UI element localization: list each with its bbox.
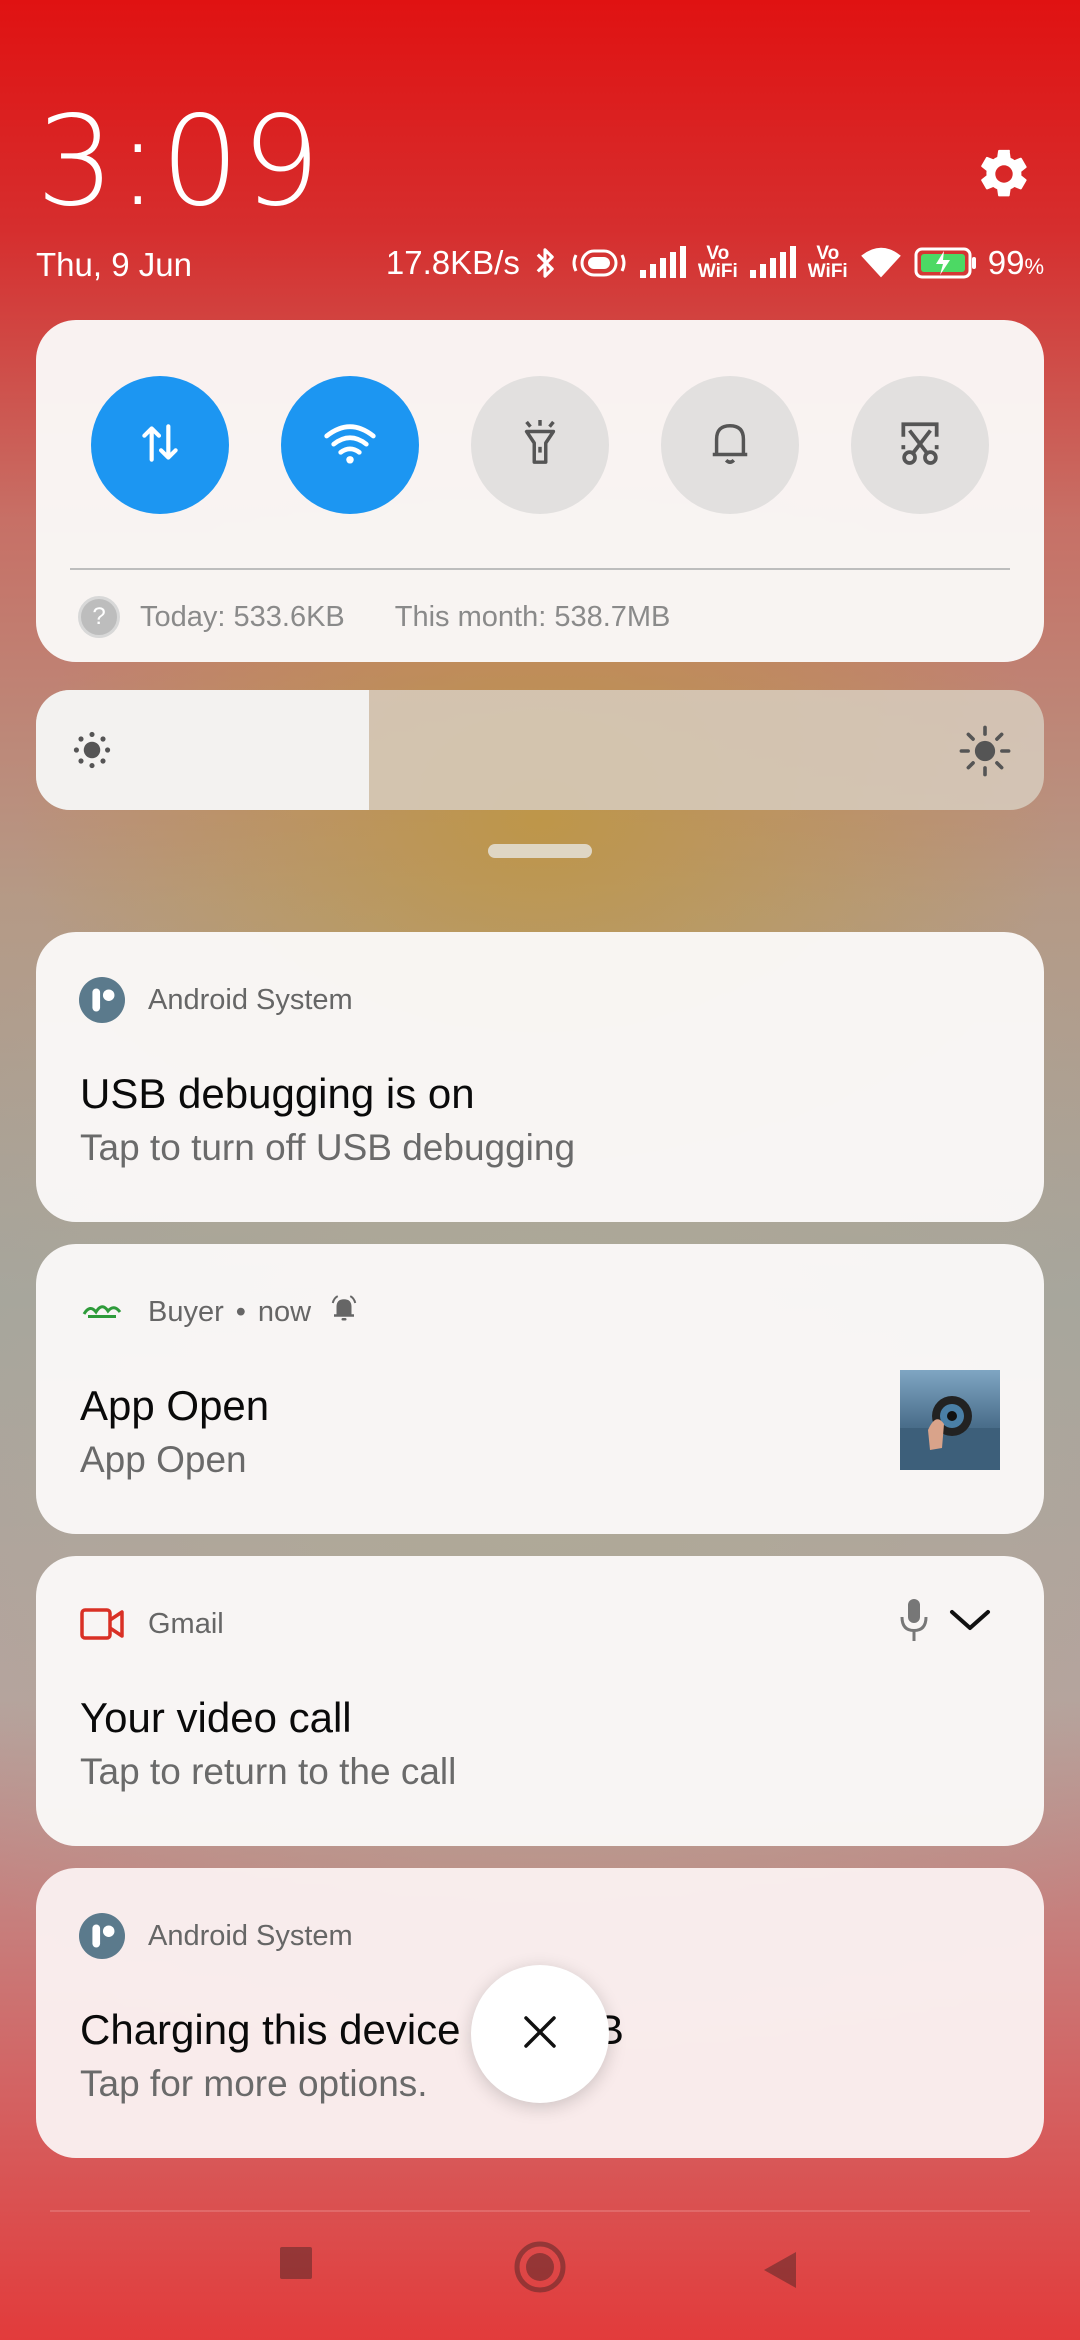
vibrate-icon: [570, 245, 628, 281]
usage-month: This month: 538.7MB: [394, 600, 671, 633]
notification-header: Gmail: [78, 1600, 224, 1648]
notification-text: Tap for more options.: [80, 2063, 428, 2104]
bluetooth-icon: [530, 245, 560, 281]
app-name: Buyer: [148, 1295, 224, 1328]
notification-header: Buyer • now: [78, 1288, 359, 1336]
mobile-data-icon: [135, 418, 185, 473]
chevron-down-icon[interactable]: [948, 1606, 992, 1639]
android-system-icon: [78, 976, 126, 1024]
notification-header: Android System: [78, 1912, 353, 1960]
alert-bell-icon: [329, 1293, 359, 1331]
back-triangle-icon: [762, 2252, 798, 2294]
notification-thumbnail: [900, 1370, 1000, 1470]
vowifi-indicator-2: Vo WiFi: [807, 243, 848, 282]
brightness-high-icon: [958, 724, 1012, 783]
notification-header: Android System: [78, 976, 353, 1024]
date: Thu, 9 Jun: [36, 246, 192, 283]
home-button[interactable]: [513, 2240, 567, 2299]
clock[interactable]: 3:09: [36, 100, 322, 224]
brightness-slider[interactable]: [36, 690, 1044, 810]
separator-dot: •: [235, 1295, 246, 1328]
screenshot-scissors-icon: [895, 418, 945, 473]
divider: [70, 568, 1010, 570]
drag-handle[interactable]: [488, 844, 592, 858]
wifi-status-icon: [858, 245, 904, 281]
bell-icon: [707, 418, 753, 473]
battery-charging-icon: [914, 246, 978, 280]
app-name: Android System: [148, 983, 353, 1016]
notification-title: App Open: [80, 1382, 270, 1429]
notification-text: App Open: [80, 1439, 247, 1480]
flashlight-toggle[interactable]: [471, 376, 609, 514]
app-name: Gmail: [148, 1607, 224, 1640]
recents-button[interactable]: [278, 2245, 314, 2286]
notification-text: Tap to return to the call: [80, 1751, 457, 1792]
home-circle-icon: [513, 2241, 567, 2298]
mobile-data-toggle[interactable]: [91, 376, 229, 514]
battery-percent: 99%: [987, 244, 1044, 281]
recents-square-icon: [278, 2247, 314, 2285]
wifi-toggle[interactable]: [281, 376, 419, 514]
microphone-icon[interactable]: [896, 1596, 932, 1649]
app-name: Android System: [148, 1919, 353, 1952]
clear-notifications-button[interactable]: [471, 1965, 609, 2103]
nav-divider: [50, 2210, 1030, 2212]
help-icon: ?: [78, 596, 120, 638]
notification-title: Your video call: [80, 1694, 352, 1741]
notification-time: now: [257, 1295, 312, 1328]
notification-buyer[interactable]: Buyer • now App Open App Open: [36, 1244, 1044, 1534]
brightness-low-icon: [70, 728, 114, 777]
video-camera-icon: [78, 1600, 126, 1648]
vowifi-indicator: Vo WiFi: [697, 243, 738, 282]
quick-settings-panel: ? Today: 533.6KB This month: 538.7MB: [36, 320, 1044, 662]
ringer-toggle[interactable]: [661, 376, 799, 514]
notification-title: USB debugging is on: [80, 1070, 475, 1117]
signal-icon: [638, 246, 688, 280]
flashlight-icon: [517, 418, 563, 473]
usage-today: Today: 533.6KB: [140, 600, 345, 633]
screenshot-toggle[interactable]: [851, 376, 989, 514]
notification-gmail-call[interactable]: Gmail Your video call Tap to return to t…: [36, 1556, 1044, 1846]
data-usage-row[interactable]: ? Today: 533.6KB This month: 538.7MB: [78, 596, 670, 638]
network-speed: 17.8KB/s: [385, 244, 520, 281]
close-icon: [520, 2012, 560, 2057]
buyer-app-icon: [78, 1288, 126, 1336]
notification-text: Tap to turn off USB debugging: [80, 1127, 576, 1168]
back-button[interactable]: [762, 2250, 798, 2295]
android-system-icon: [78, 1912, 126, 1960]
settings-gear-icon[interactable]: [975, 145, 1033, 203]
signal-icon-2: [748, 246, 798, 280]
wifi-icon: [322, 418, 378, 473]
notification-usb-debugging[interactable]: Android System USB debugging is on Tap t…: [36, 932, 1044, 1222]
status-bar: 17.8KB/s Vo WiFi Vo WiFi 99%: [386, 244, 1044, 282]
